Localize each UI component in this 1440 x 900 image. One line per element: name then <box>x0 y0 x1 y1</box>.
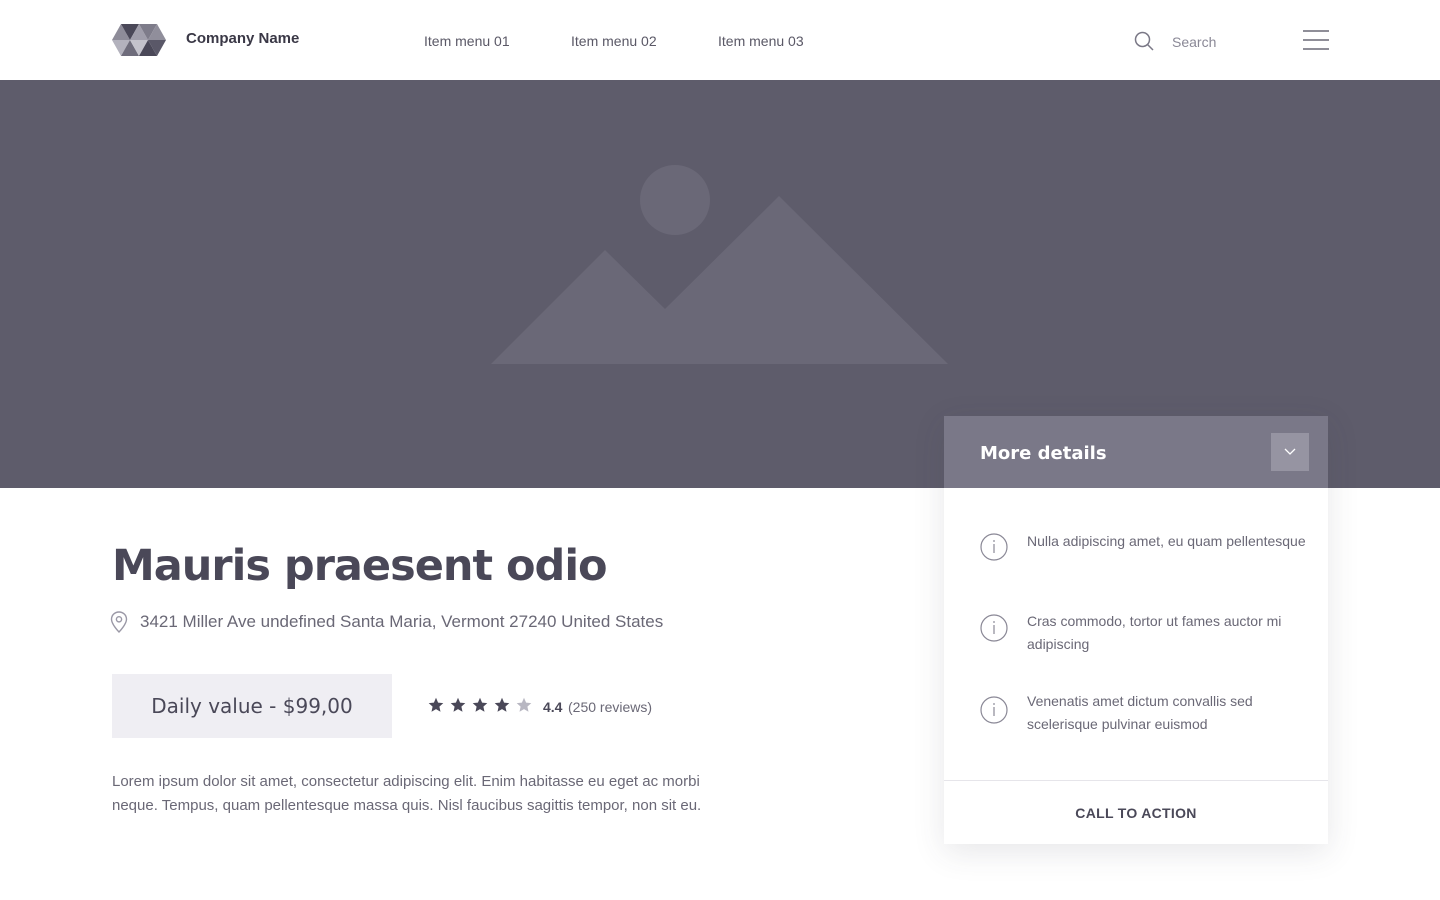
search-input[interactable] <box>1172 30 1282 54</box>
nav-item-01[interactable]: Item menu 01 <box>424 33 510 49</box>
details-card: More details Nulla adipiscing amet, eu q… <box>944 416 1328 844</box>
star-filled-icon <box>450 697 466 712</box>
price-label: Daily value - $99,00 <box>151 694 353 718</box>
chevron-down-icon <box>1284 448 1296 455</box>
card-divider <box>944 780 1328 781</box>
listing-title: Mauris praesent odio <box>112 541 608 591</box>
nav-item-03[interactable]: Item menu 03 <box>718 33 804 49</box>
search-icon[interactable] <box>1134 31 1154 51</box>
detail-text: Venenatis amet dictum convallis sed scel… <box>1027 693 1253 732</box>
price-badge: Daily value - $99,00 <box>112 674 392 738</box>
hamburger-icon[interactable] <box>1303 30 1329 50</box>
star-filled-icon <box>472 697 488 712</box>
review-count[interactable]: (250 reviews) <box>568 699 652 715</box>
map-pin-icon <box>110 611 128 633</box>
nav-item-02[interactable]: Item menu 02 <box>571 33 657 49</box>
star-empty-icon <box>516 697 532 712</box>
listing-description: Lorem ipsum dolor sit amet, consectetur … <box>112 773 702 814</box>
call-to-action-button[interactable]: CALL TO ACTION <box>944 782 1328 844</box>
star-filled-icon <box>494 697 510 712</box>
site-header: Company Name Item menu 01 Item menu 02 I… <box>0 0 1440 80</box>
detail-text: Nulla adipiscing amet, eu quam pellentes… <box>1027 533 1306 549</box>
rating-value: 4.4 <box>543 699 563 715</box>
info-icon <box>980 533 1008 561</box>
info-icon <box>980 696 1008 724</box>
detail-text: Cras commodo, tortor ut fames auctor mi … <box>1027 613 1282 652</box>
details-card-header[interactable]: More details <box>944 416 1328 488</box>
details-toggle-button[interactable] <box>1271 433 1309 471</box>
company-logo[interactable] <box>112 24 168 56</box>
details-card-title: More details <box>980 443 1107 464</box>
info-icon <box>980 614 1008 642</box>
listing-address: 3421 Miller Ave undefined Santa Maria, V… <box>140 612 664 631</box>
star-filled-icon <box>428 697 444 712</box>
company-name[interactable]: Company Name <box>186 30 299 47</box>
